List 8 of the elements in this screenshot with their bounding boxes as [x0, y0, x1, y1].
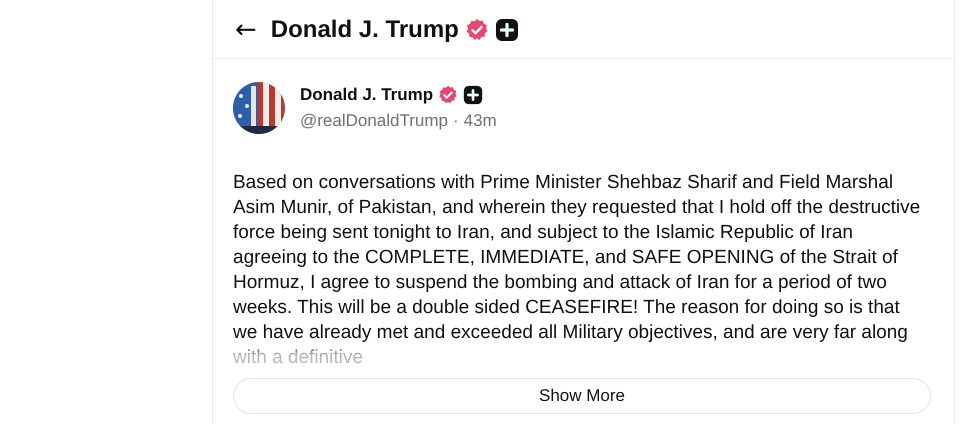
- back-button[interactable]: ←: [235, 17, 257, 43]
- post-time: 43m: [464, 111, 497, 131]
- profile-title: Donald J. Trump: [270, 16, 459, 44]
- author-handle[interactable]: @realDonaldTrump: [300, 111, 448, 131]
- show-more-button[interactable]: Show More: [233, 378, 931, 414]
- author-name[interactable]: Donald J. Trump: [300, 85, 434, 105]
- post-text: Based on conversations with Prime Minister Shehbaz Sharif and Field Marshal Asim Munir, of Pakistan, and wherein they requested that I hold off the destructive force being sent tonight to Iran, and subject to the Islamic Republic of Iran agreeing to the COMPLETE, IMMEDIATE, and SAFE OPENING of the Strait of Hormuz, I agree to suspend the bombing and attack of Iran for a period of two weeks. This will be a double sided CEASEFIRE! The reason for doing so is that we have already met and exceeded all Military objectives, and are very far along with a definitive: [233, 171, 922, 370]
- separator-dot: ·: [452, 111, 459, 131]
